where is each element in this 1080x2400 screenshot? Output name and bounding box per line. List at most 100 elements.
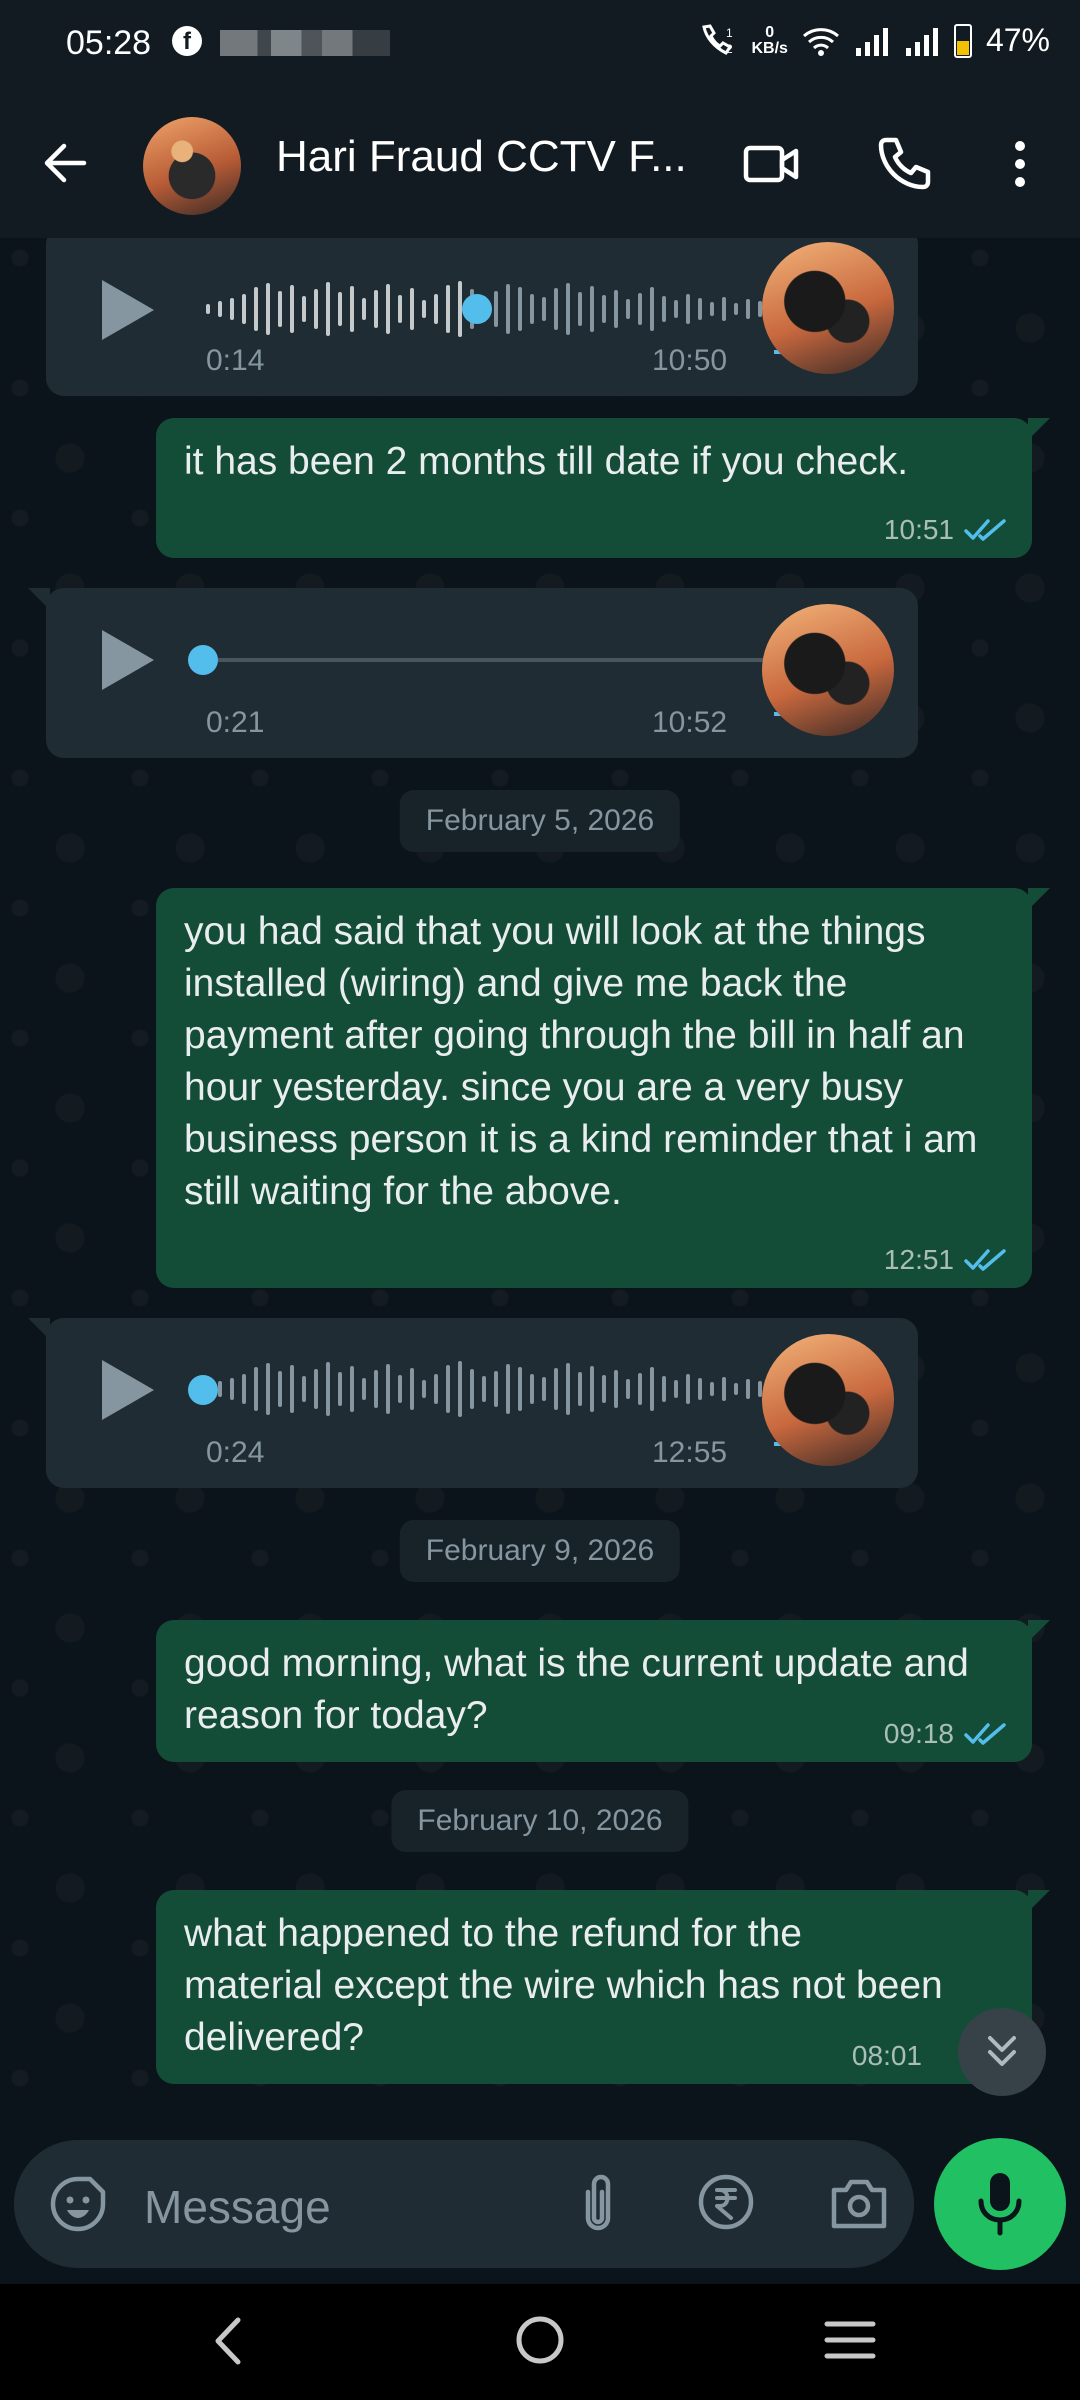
waveform-bar (530, 294, 534, 324)
voice-message[interactable]: 0:21 10:52 (28, 588, 918, 758)
waveform-bar (506, 1364, 510, 1414)
waveform-bar (626, 299, 630, 319)
waveform-bar (494, 291, 498, 327)
outgoing-message[interactable]: good morning, what is the current update… (156, 1620, 1050, 1762)
waveform-bar (674, 1380, 678, 1398)
waveform-bar (638, 1373, 642, 1405)
sender-avatar (762, 604, 894, 736)
outgoing-message[interactable]: you had said that you will look at the t… (156, 888, 1050, 1288)
date-separator: February 10, 2026 (391, 1790, 689, 1852)
waveform-bar (722, 1377, 726, 1401)
playback-position-dot[interactable] (462, 294, 492, 324)
contact-name[interactable]: Hari Fraud CCTV F... (276, 132, 687, 182)
bubble-tail (28, 1318, 50, 1340)
waveform-bar (662, 296, 666, 322)
waveform-bar (482, 1376, 486, 1402)
playback-position-dot[interactable] (188, 1375, 218, 1405)
nav-home-icon[interactable] (514, 2314, 566, 2366)
waveform-bar (422, 300, 426, 318)
waveform-bar (338, 1372, 342, 1406)
video-call-icon[interactable] (740, 132, 804, 196)
waveform-bar (266, 283, 270, 335)
voice-call-icon[interactable] (872, 132, 936, 196)
waveform-bar (314, 1369, 318, 1409)
message-meta: 09:18 (884, 1718, 1008, 1750)
waveform-bar (230, 298, 234, 320)
wifi-icon (802, 27, 839, 56)
waveform-bar (398, 295, 402, 323)
waveform-bar (734, 303, 738, 315)
status-time: 05:28 (66, 24, 152, 62)
waveform-bar (566, 1363, 570, 1415)
waveform-bar (386, 1364, 390, 1414)
waveform-bar (710, 302, 714, 316)
waveform-bar (242, 294, 246, 324)
waveform-bar (446, 1365, 450, 1413)
rupee-payment-icon[interactable] (696, 2172, 756, 2232)
waveform-bar (326, 1362, 330, 1416)
facebook-icon: f (172, 26, 202, 56)
waveform-bar (362, 1378, 366, 1400)
double-chevron-down-icon (988, 2036, 1016, 2066)
play-icon[interactable] (102, 1360, 154, 1420)
waveform-bar (638, 293, 642, 325)
waveform-bar (386, 284, 390, 334)
more-vert-icon[interactable] (988, 132, 1052, 196)
waveform-bar (434, 1374, 438, 1404)
voice-duration: 0:21 (206, 706, 265, 739)
message-time: 09:18 (883, 1718, 954, 1749)
waveform-bar (458, 1361, 462, 1417)
message-time: 12:55 (652, 1436, 728, 1469)
voice-message[interactable]: 0:24 12:55 (28, 1318, 918, 1488)
waveform-bar (698, 1378, 702, 1400)
waveform-bar (590, 1366, 594, 1412)
waveform-bar (674, 300, 678, 318)
waveform-bar (326, 282, 330, 336)
waveform-bar (614, 290, 618, 328)
outgoing-message[interactable]: it has been 2 months till date if you ch… (156, 418, 1050, 558)
play-icon[interactable] (102, 630, 154, 690)
waveform-bar (518, 1367, 522, 1411)
voice-waveform[interactable] (206, 1354, 776, 1424)
message-input[interactable]: Message (144, 2180, 331, 2234)
message-time: 10:51 (883, 514, 954, 545)
contact-avatar[interactable] (143, 117, 241, 215)
playback-position-dot[interactable] (188, 645, 218, 675)
waveform-bar (446, 285, 450, 333)
waveform-bar (410, 1368, 414, 1410)
nav-recents-icon[interactable] (824, 2318, 876, 2362)
sender-avatar (762, 242, 894, 374)
voice-track[interactable] (206, 658, 776, 662)
message-composer[interactable]: Message (14, 2140, 914, 2268)
outgoing-message[interactable]: what happened to the refund for the mate… (156, 1890, 1050, 2084)
waveform-bar (578, 292, 582, 326)
date-separator: February 9, 2026 (399, 1520, 681, 1582)
read-ticks-icon (964, 519, 1006, 541)
waveform-bar (530, 1374, 534, 1404)
waveform-bar (494, 1371, 498, 1407)
waveform-bar (230, 1378, 234, 1400)
waveform-bar (218, 1381, 222, 1397)
waveform-bar (302, 296, 306, 322)
waveform-bar (410, 288, 414, 330)
voice-record-button[interactable] (934, 2138, 1066, 2270)
waveform-bar (242, 1374, 246, 1404)
waveform-bar (650, 287, 654, 331)
play-icon[interactable] (102, 280, 154, 340)
message-time: 08:01 (851, 2040, 922, 2071)
camera-icon[interactable] (828, 2174, 890, 2232)
nav-back-icon[interactable] (208, 2316, 248, 2366)
attach-icon[interactable] (568, 2170, 628, 2236)
scroll-to-bottom-button[interactable] (958, 2008, 1046, 2096)
back-arrow-icon[interactable] (40, 138, 90, 188)
chat-area[interactable]: 0:14 10:50 it has been 2 months till dat… (0, 238, 1080, 2130)
wifi-calling-icon: 12 (701, 23, 733, 56)
signal-icon (905, 27, 938, 56)
emoji-sticker-icon[interactable] (48, 2174, 108, 2234)
svg-text:2: 2 (726, 42, 733, 56)
waveform-bar (746, 1379, 750, 1399)
sender-avatar (762, 1334, 894, 1466)
waveform-bar (686, 294, 690, 324)
voice-message[interactable]: 0:14 10:50 (46, 238, 918, 396)
waveform-bar (218, 301, 222, 317)
